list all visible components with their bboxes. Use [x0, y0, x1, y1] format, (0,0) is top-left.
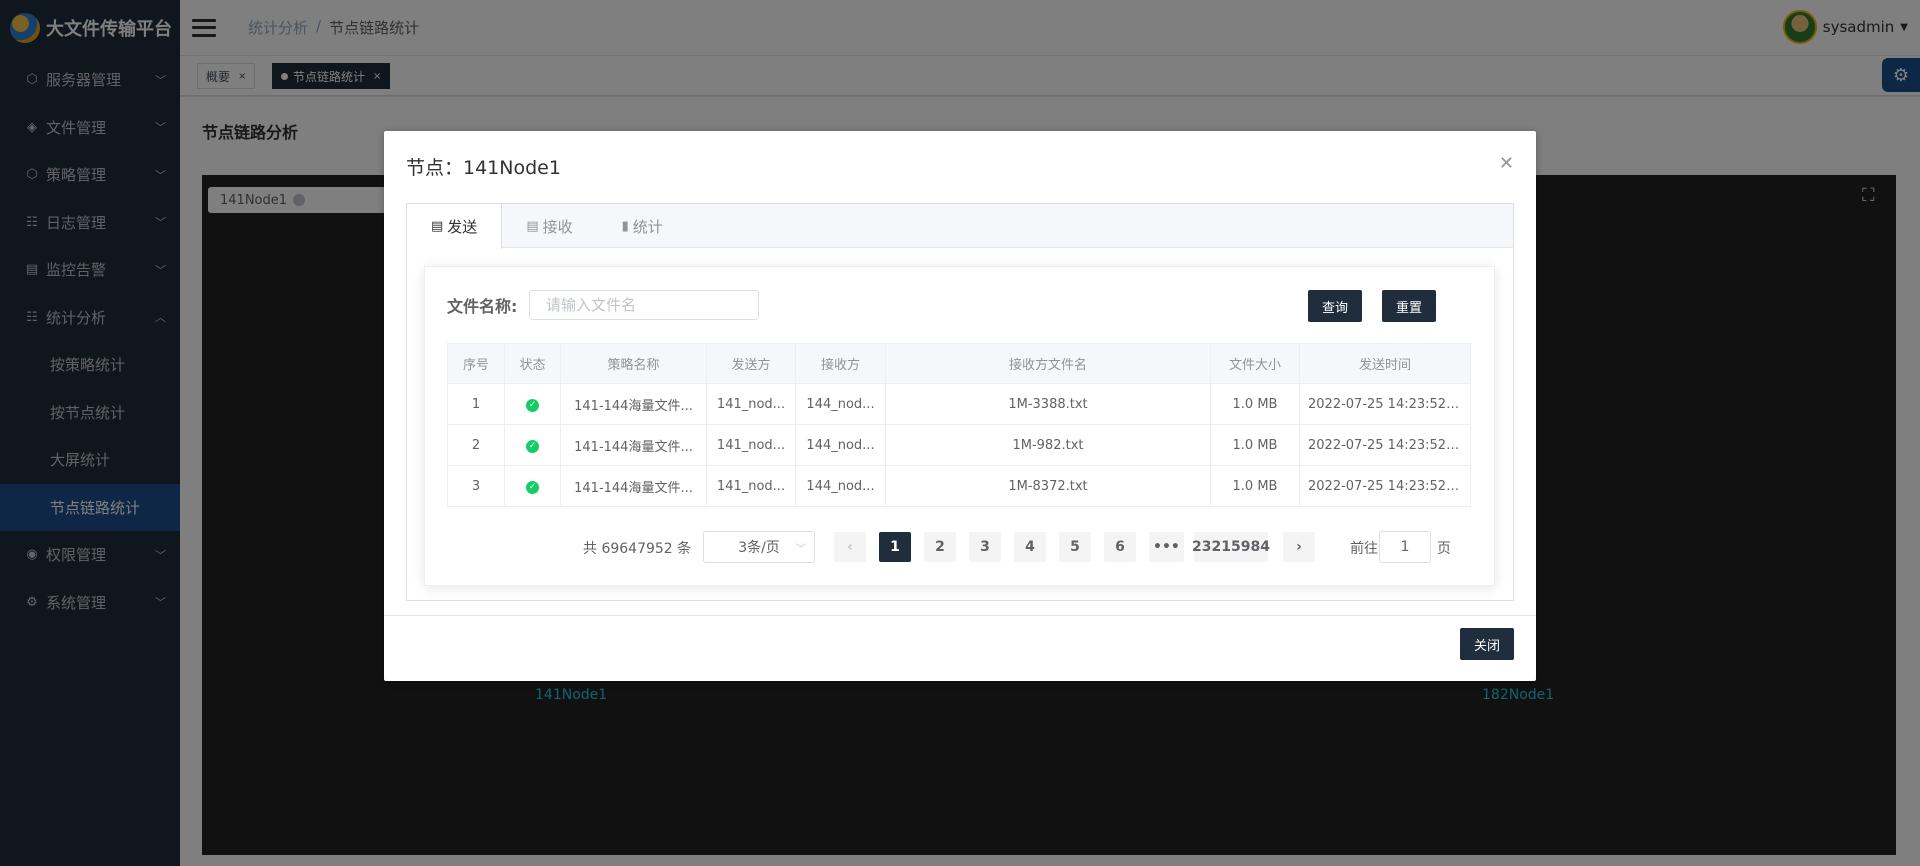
- col-filename[interactable]: 接收方文件名: [885, 343, 1211, 384]
- cell-receiver: 144_nod...: [795, 465, 886, 507]
- query-button[interactable]: 查询: [1308, 290, 1363, 322]
- page-2[interactable]: 2: [924, 532, 956, 562]
- page-size-select[interactable]: 3条/页 ﹀: [703, 531, 815, 563]
- cell-index: 1: [447, 383, 505, 425]
- page-5[interactable]: 5: [1059, 532, 1091, 562]
- cell-size: 1.0 MB: [1210, 465, 1300, 507]
- chevron-right-icon: ›: [1296, 539, 1302, 555]
- cell-receiver: 144_nod...: [795, 383, 886, 425]
- cell-policy: 141-144海量文件...: [560, 465, 707, 507]
- filename-label: 文件名称:: [447, 297, 518, 316]
- col-size[interactable]: 文件大小: [1210, 343, 1300, 384]
- goto-label: 前往: [1350, 541, 1378, 557]
- table-header-row: 序号 状态 策略名称 发送方 接收方 接收方文件名 文件大小 发送时间: [447, 343, 1471, 384]
- node-detail-dialog: 节点：141Node1 ✕ ▤ 发送 ▤ 接收 ▮ 统计 文件名称: 查询 重置: [384, 131, 1536, 681]
- col-index[interactable]: 序号: [447, 343, 505, 384]
- page-size-value: 3条/页: [738, 540, 780, 556]
- success-check-icon: ✓: [526, 481, 539, 494]
- tabs-card: ▤ 发送 ▤ 接收 ▮ 统计 文件名称: 查询 重置: [406, 203, 1514, 601]
- tab-label: 发送: [447, 218, 478, 236]
- close-icon[interactable]: ✕: [1499, 153, 1514, 174]
- col-status[interactable]: 状态: [504, 343, 561, 384]
- cell-index: 2: [447, 424, 505, 466]
- tab-receive[interactable]: ▤ 接收: [502, 204, 597, 248]
- col-sender[interactable]: 发送方: [706, 343, 796, 384]
- pagination-total: 共 69647952 条: [583, 541, 692, 557]
- col-receiver[interactable]: 接收方: [795, 343, 886, 384]
- page-6[interactable]: 6: [1104, 532, 1136, 562]
- cell-size: 1.0 MB: [1210, 424, 1300, 466]
- col-policy[interactable]: 策略名称: [560, 343, 707, 384]
- bar-chart-icon: ▮: [621, 218, 629, 234]
- doc-icon: ▤: [431, 219, 444, 234]
- page-last[interactable]: 23215984: [1192, 532, 1270, 562]
- filename-input[interactable]: [529, 290, 759, 320]
- success-check-icon: ✓: [526, 440, 539, 453]
- next-page-button[interactable]: ›: [1283, 532, 1315, 562]
- tab-label: 接收: [542, 217, 573, 236]
- col-time[interactable]: 发送时间: [1299, 343, 1471, 384]
- cell-time: 2022-07-25 14:23:52....: [1299, 424, 1471, 466]
- page-1[interactable]: 1: [879, 532, 911, 562]
- table-row[interactable]: 1 ✓ 141-144海量文件... 141_nod... 144_nod...…: [447, 383, 1471, 425]
- cell-time: 2022-07-25 14:23:52....: [1299, 383, 1471, 425]
- cell-policy: 141-144海量文件...: [560, 383, 707, 425]
- tab-send[interactable]: ▤ 发送: [407, 204, 503, 249]
- dialog-title: 节点：141Node1: [406, 157, 561, 179]
- doc-icon: ▤: [526, 218, 539, 234]
- cell-sender: 141_nod...: [706, 383, 796, 425]
- cell-filename: 1M-3388.txt: [885, 383, 1211, 425]
- table-row[interactable]: 2 ✓ 141-144海量文件... 141_nod... 144_nod...…: [447, 424, 1471, 466]
- reset-button[interactable]: 重置: [1382, 290, 1437, 322]
- chevron-left-icon: ‹: [847, 539, 853, 555]
- cell-filename: 1M-982.txt: [885, 424, 1211, 466]
- transfer-table: 序号 状态 策略名称 发送方 接收方 接收方文件名 文件大小 发送时间 1 ✓: [447, 343, 1471, 507]
- tab-stats[interactable]: ▮ 统计: [598, 204, 688, 248]
- prev-page-button[interactable]: ‹: [834, 532, 866, 562]
- cell-status: ✓: [504, 465, 561, 507]
- cell-status: ✓: [504, 424, 561, 466]
- cell-size: 1.0 MB: [1210, 383, 1300, 425]
- table-row[interactable]: 3 ✓ 141-144海量文件... 141_nod... 144_nod...…: [447, 465, 1471, 507]
- goto-page-input[interactable]: [1379, 531, 1431, 563]
- cell-receiver: 144_nod...: [795, 424, 886, 466]
- goto-suffix: 页: [1437, 541, 1451, 557]
- tab-label: 统计: [632, 217, 663, 236]
- cell-sender: 141_nod...: [706, 465, 796, 507]
- pagination: 共 69647952 条 3条/页 ﹀ ‹ 1 2 3 4 5 6 ••• 23…: [425, 531, 1496, 563]
- send-panel: 文件名称: 查询 重置 序号 状态 策略名称 发送方 接收方 接收方文件名 文件: [424, 266, 1495, 586]
- success-check-icon: ✓: [526, 399, 539, 412]
- cell-filename: 1M-8372.txt: [885, 465, 1211, 507]
- page-4[interactable]: 4: [1014, 532, 1046, 562]
- cell-policy: 141-144海量文件...: [560, 424, 707, 466]
- cell-index: 3: [447, 465, 505, 507]
- more-pages-button[interactable]: •••: [1149, 532, 1184, 562]
- cell-status: ✓: [504, 383, 561, 425]
- chevron-down-icon: ﹀: [796, 543, 806, 555]
- close-button[interactable]: 关闭: [1459, 628, 1514, 660]
- cell-sender: 141_nod...: [706, 424, 796, 466]
- dialog-footer-divider: [384, 615, 1536, 616]
- cell-time: 2022-07-25 14:23:52....: [1299, 465, 1471, 507]
- tab-bar: ▤ 发送 ▤ 接收 ▮ 统计: [407, 204, 1513, 249]
- page-3[interactable]: 3: [969, 532, 1001, 562]
